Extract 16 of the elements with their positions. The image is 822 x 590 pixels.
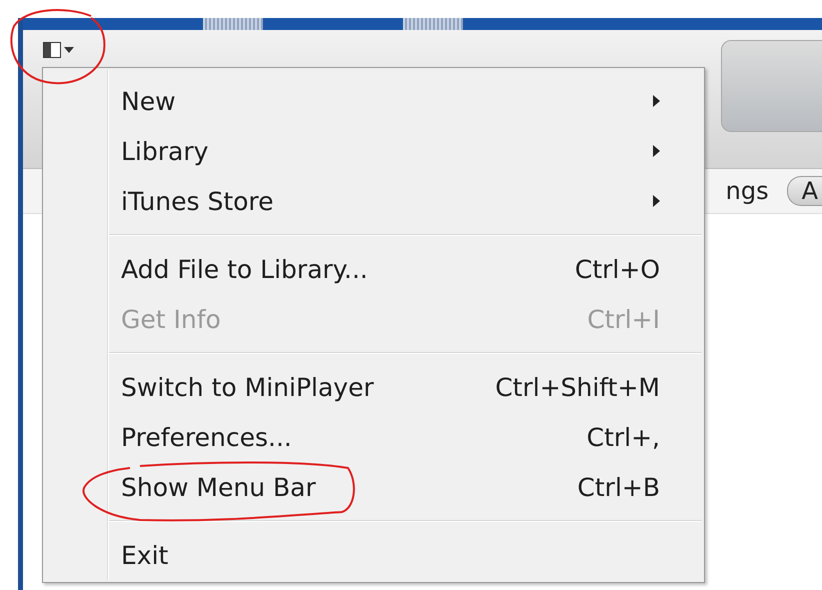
sidebar-icon (43, 42, 61, 58)
menu-item[interactable]: Preferences... Ctrl+, (43, 412, 704, 462)
tab[interactable]: A (786, 176, 822, 206)
view-menu-button[interactable] (43, 40, 74, 60)
tab[interactable]: ngs (726, 177, 769, 205)
submenu-arrow-icon (653, 195, 660, 207)
menu-item[interactable]: iTunes Store (43, 176, 704, 226)
submenu-arrow-icon (653, 95, 660, 107)
menu-item[interactable]: Switch to MiniPlayer Ctrl+Shift+M (43, 362, 704, 412)
menu-item[interactable]: New (43, 76, 704, 126)
menu-item[interactable]: Exit (43, 530, 704, 580)
menu-item[interactable]: Add File to Library... Ctrl+O (43, 244, 704, 294)
menu-item[interactable]: Library (43, 126, 704, 176)
caret-icon (64, 47, 74, 53)
menu-item[interactable]: Show Menu Bar Ctrl+B (43, 462, 704, 512)
submenu-arrow-icon (653, 145, 660, 157)
